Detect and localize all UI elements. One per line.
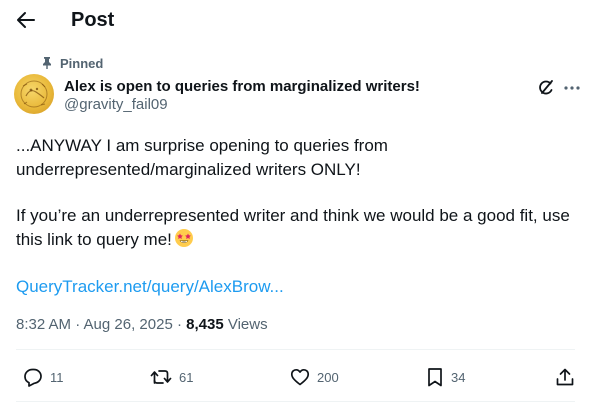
post-meta: 8:32 AM · Aug 26, 2025 · 8,435 Views [16, 316, 268, 334]
reply-button[interactable]: 11 [22, 362, 64, 392]
like-count: 200 [317, 369, 339, 385]
reply-count: 11 [50, 369, 64, 385]
views-label: Views [223, 316, 268, 333]
reply-icon [24, 368, 42, 387]
like-button[interactable]: 200 [289, 362, 339, 392]
pinned-label: Pinned [60, 55, 104, 71]
more-icon[interactable] [562, 78, 582, 98]
author-handle[interactable]: @gravity_fail09 [64, 96, 168, 114]
divider-top [16, 349, 575, 350]
author-name[interactable]: Alex is open to queries from marginalize… [64, 78, 420, 96]
top-bar: Post [0, 0, 591, 44]
back-arrow-icon[interactable] [14, 8, 38, 32]
post-paragraph-1: ...ANYWAY I am surprise opening to queri… [16, 136, 388, 179]
repost-icon [150, 370, 172, 384]
share-button[interactable] [554, 362, 576, 392]
query-link[interactable]: QueryTracker.net/query/AlexBrow... [16, 276, 284, 298]
post-paragraph-2: If you’re an underrepresented writer and… [16, 204, 578, 252]
repost-count: 61 [179, 369, 194, 385]
like-icon [290, 368, 310, 386]
action-bar: 11 61 200 34 [0, 362, 591, 392]
timestamp[interactable]: 8:32 AM · Aug 26, 2025 · [16, 316, 186, 333]
divider-bottom [16, 401, 575, 402]
bookmark-count: 34 [451, 369, 466, 385]
bookmark-button[interactable]: 34 [425, 362, 465, 392]
star-struck-emoji-icon [174, 228, 194, 248]
repost-button[interactable]: 61 [149, 362, 193, 392]
post-paragraph-2-text: If you’re an underrepresented writer and… [16, 206, 570, 249]
page-title: Post [71, 9, 115, 31]
views-count: 8,435 [186, 316, 224, 333]
grok-icon[interactable] [536, 78, 556, 98]
share-icon [556, 368, 574, 386]
bookmark-icon [428, 368, 442, 387]
pinned-indicator: Pinned [40, 54, 103, 72]
avatar[interactable] [14, 74, 54, 114]
pin-icon [43, 57, 51, 69]
